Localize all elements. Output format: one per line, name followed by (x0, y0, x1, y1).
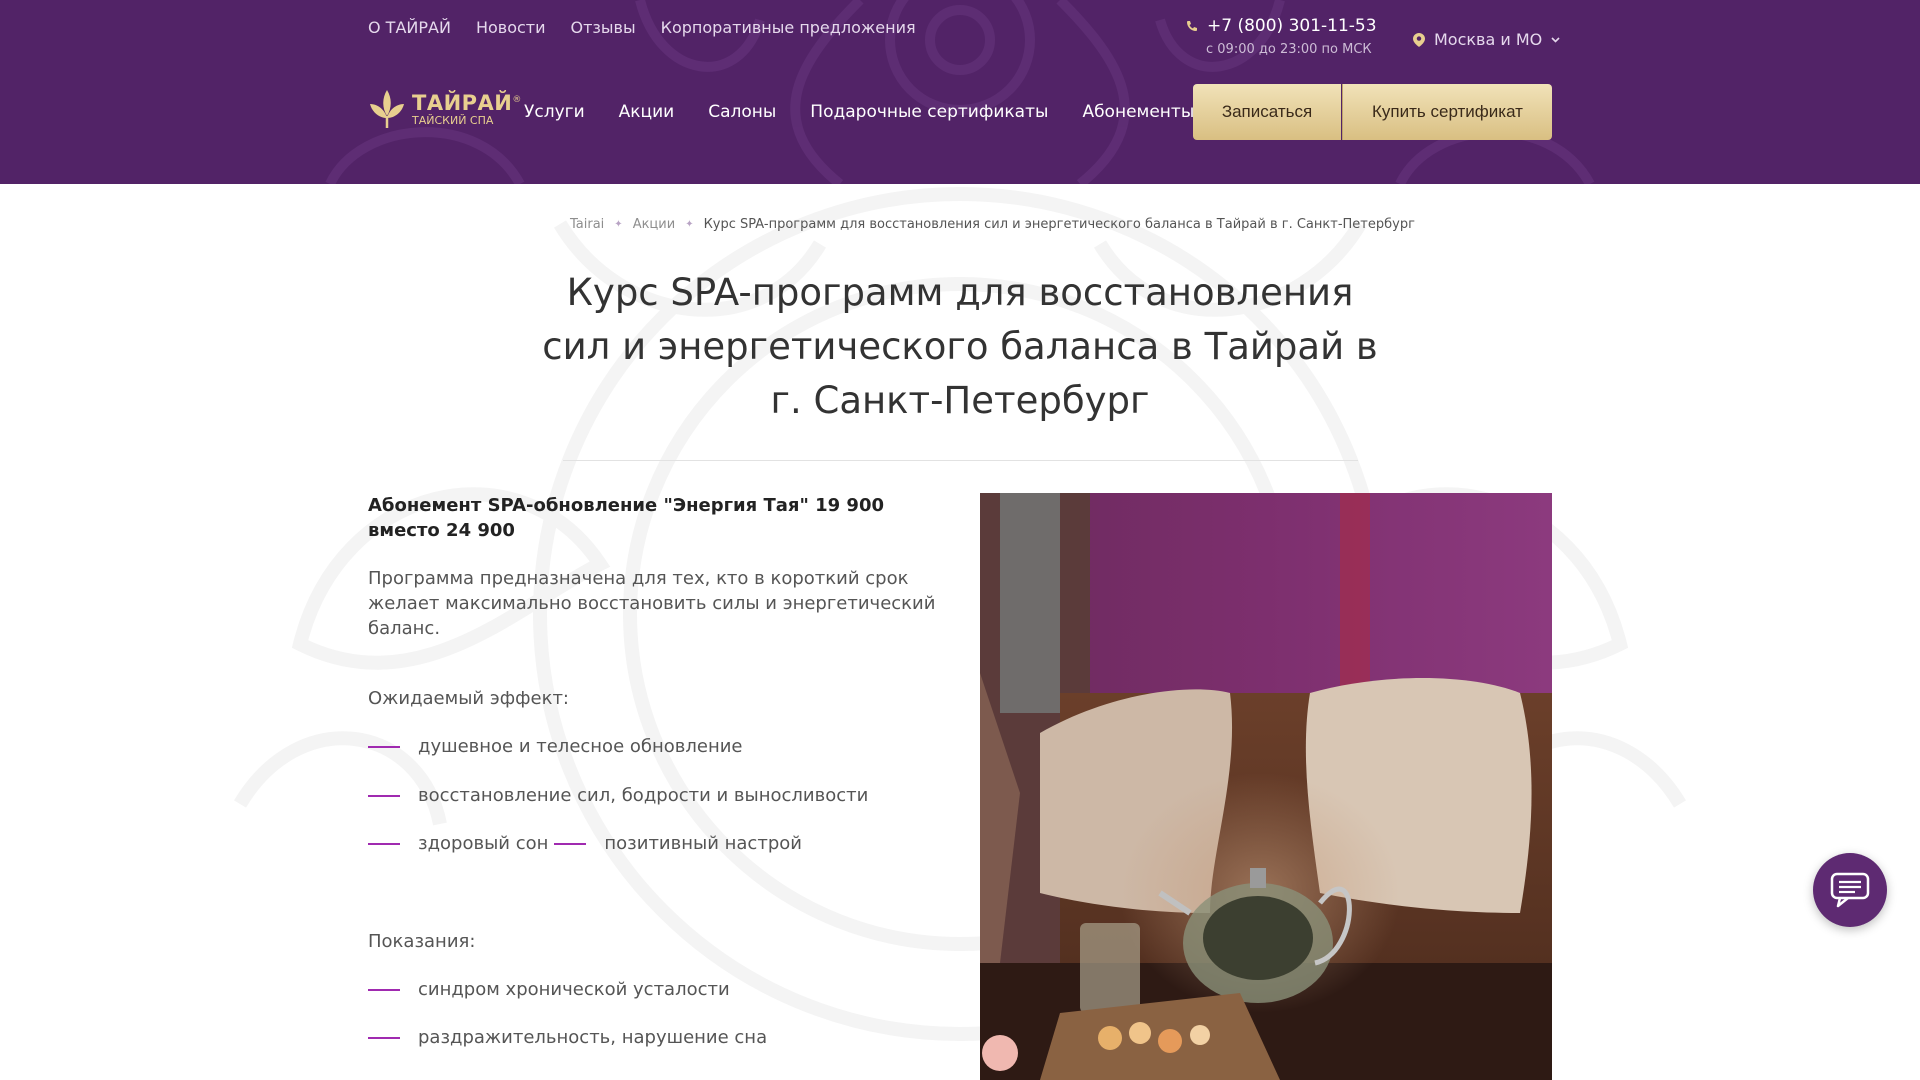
breadcrumb: Tairai ✦ Акции ✦ Курс SPA-программ для в… (570, 217, 1415, 232)
indication-item: синдром хронической усталости (368, 979, 730, 1000)
chevron-down-icon (1551, 36, 1560, 43)
dash-bullet (368, 794, 400, 797)
phone-block: +7 (800) 301-11-53 с 09:00 до 23:00 по М… (1186, 16, 1377, 57)
phone-icon (1187, 21, 1197, 31)
breadcrumb-home[interactable]: Tairai (570, 217, 604, 232)
location-pin-icon (1413, 32, 1425, 47)
spa-photo (980, 493, 1552, 1080)
indication-text: синдром хронической усталости (418, 979, 730, 1000)
effect-item: здоровый сон позитивный настрой (368, 833, 802, 854)
dash-bullet (368, 1036, 400, 1039)
logo-main-text: ТАЙРАЙ® (412, 90, 522, 115)
breadcrumb-current: Курс SPA-программ для восстановления сил… (703, 217, 1415, 232)
breadcrumb-promotions[interactable]: Акции (633, 217, 676, 232)
phone-hours: с 09:00 до 23:00 по МСК (1206, 42, 1372, 57)
effect-text: позитивный настрой (604, 833, 802, 854)
top-links: О ТАЙРАЙ Новости Отзывы Корпоративные пр… (368, 18, 916, 37)
site-logo[interactable]: ТАЙРАЙ® ТАЙСКИЙ СПА (368, 86, 522, 130)
breadcrumb-separator: ✦ (614, 219, 623, 230)
top-link-news[interactable]: Новости (476, 18, 546, 37)
site-header: О ТАЙРАЙ Новости Отзывы Корпоративные пр… (0, 0, 1920, 184)
effect-text: здоровый сон (418, 833, 549, 854)
indication-text: раздражительность, нарушение сна (418, 1027, 768, 1048)
top-link-reviews[interactable]: Отзывы (571, 18, 636, 37)
chat-button[interactable] (1813, 853, 1887, 927)
dash-bullet (368, 842, 400, 845)
book-button[interactable]: Записаться (1193, 84, 1341, 140)
dash-bullet (554, 842, 587, 845)
effect-label: Ожидаемый эффект: (368, 688, 569, 709)
main-nav: Услуги Акции Салоны Подарочные сертифика… (524, 102, 1194, 122)
nav-gift-certificates[interactable]: Подарочные сертификаты (810, 102, 1048, 122)
city-selector[interactable]: Москва и МО (1413, 30, 1560, 49)
chat-icon (1830, 872, 1870, 908)
offer-description: Программа предназначена для тех, кто в к… (368, 568, 936, 639)
effect-text: душевное и телесное обновление (418, 736, 743, 757)
title-divider (563, 460, 1358, 461)
lotus-logo-icon (370, 90, 404, 128)
nav-salons[interactable]: Салоны (708, 102, 776, 122)
effect-item: восстановление сил, бодрости и выносливо… (368, 785, 868, 806)
dash-bullet (368, 745, 400, 748)
indications-label: Показания: (368, 931, 476, 952)
offer-title: Абонемент SPA-обновление "Энергия Тая" 1… (368, 495, 884, 541)
phone-number[interactable]: +7 (800) 301-11-53 (1207, 16, 1377, 36)
dash-bullet (368, 988, 400, 991)
nav-promotions[interactable]: Акции (619, 102, 675, 122)
logo-sub-text: ТАЙСКИЙ СПА (412, 113, 494, 127)
top-link-about[interactable]: О ТАЙРАЙ (368, 18, 451, 37)
nav-subscriptions[interactable]: Абонементы (1082, 102, 1194, 122)
effect-item: душевное и телесное обновление (368, 736, 742, 757)
page-title: Курс SPA-программ для восстановления сил… (542, 271, 1378, 422)
header-ornament (325, 0, 1595, 184)
breadcrumb-separator: ✦ (685, 219, 694, 230)
indication-item: раздражительность, нарушение сна (368, 1027, 767, 1048)
city-label: Москва и МО (1434, 30, 1543, 49)
nav-services[interactable]: Услуги (524, 102, 585, 122)
buy-certificate-button[interactable]: Купить сертификат (1342, 84, 1552, 140)
top-link-corporate[interactable]: Корпоративные предложения (661, 18, 916, 37)
effect-text: восстановление сил, бодрости и выносливо… (418, 785, 869, 806)
